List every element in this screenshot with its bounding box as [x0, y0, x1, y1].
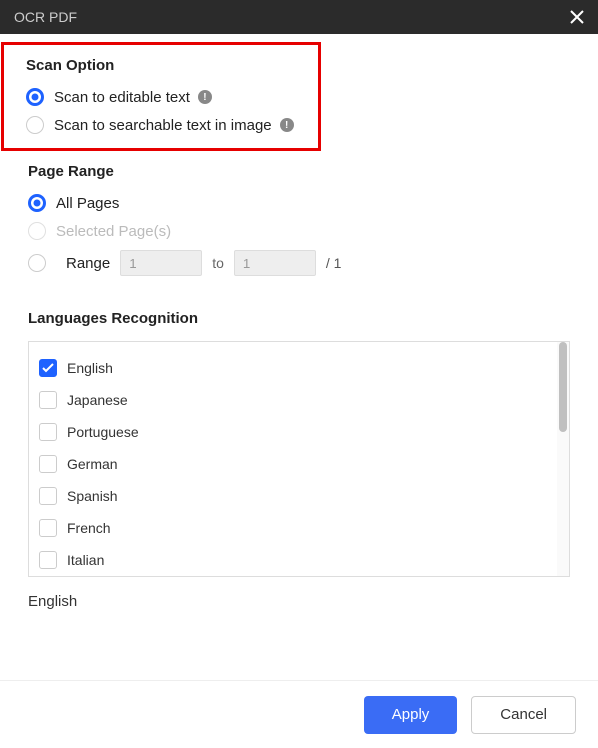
- info-icon[interactable]: !: [198, 90, 212, 104]
- language-label: Portuguese: [67, 424, 139, 440]
- titlebar: OCR PDF: [0, 0, 598, 34]
- page-range-all[interactable]: All Pages: [28, 194, 570, 212]
- range-to-input[interactable]: [234, 250, 316, 276]
- languages-listbox: English Japanese Portuguese German Spanish Fr…: [28, 341, 570, 577]
- checkbox-unchecked-icon: [39, 519, 57, 537]
- language-item[interactable]: Italian: [39, 544, 559, 576]
- checkbox-unchecked-icon: [39, 551, 57, 569]
- scan-option-highlight: Scan Option Scan to editable text ! Scan…: [1, 42, 321, 151]
- scan-editable-label: Scan to editable text: [54, 89, 190, 106]
- info-icon[interactable]: !: [280, 118, 294, 132]
- selected-languages-summary: English: [28, 593, 570, 610]
- page-range-range-row: Range to / 1: [28, 250, 570, 276]
- scan-option-title: Scan Option: [26, 57, 296, 74]
- language-label: Spanish: [67, 488, 118, 504]
- range-to-label: to: [212, 255, 224, 271]
- cancel-button[interactable]: Cancel: [471, 696, 576, 734]
- language-item[interactable]: German: [39, 448, 559, 480]
- window-title: OCR PDF: [14, 9, 77, 25]
- checkbox-unchecked-icon: [39, 423, 57, 441]
- scrollbar-track[interactable]: [557, 342, 569, 576]
- language-label: English: [67, 360, 113, 376]
- page-range-title: Page Range: [28, 163, 570, 180]
- checkbox-unchecked-icon: [39, 487, 57, 505]
- range-total: / 1: [326, 255, 342, 271]
- all-pages-label: All Pages: [56, 195, 119, 212]
- languages-title: Languages Recognition: [28, 310, 570, 327]
- radio-checked-icon: [26, 88, 44, 106]
- language-item[interactable]: Japanese: [39, 384, 559, 416]
- radio-unchecked-icon[interactable]: [28, 254, 46, 272]
- apply-button[interactable]: Apply: [364, 696, 458, 734]
- language-item[interactable]: English: [39, 352, 559, 384]
- scan-searchable-label: Scan to searchable text in image: [54, 117, 272, 134]
- scrollbar-thumb[interactable]: [559, 342, 567, 432]
- page-range-selected: Selected Page(s): [28, 222, 570, 240]
- radio-unchecked-icon: [26, 116, 44, 134]
- checkbox-checked-icon: [39, 359, 57, 377]
- selected-pages-label: Selected Page(s): [56, 223, 171, 240]
- range-label: Range: [66, 255, 110, 272]
- range-from-input[interactable]: [120, 250, 202, 276]
- language-label: Japanese: [67, 392, 128, 408]
- radio-checked-icon: [28, 194, 46, 212]
- content-area: Scan Option Scan to editable text ! Scan…: [0, 34, 598, 680]
- checkbox-unchecked-icon: [39, 455, 57, 473]
- checkbox-unchecked-icon: [39, 391, 57, 409]
- language-label: Italian: [67, 552, 104, 568]
- radio-disabled-icon: [28, 222, 46, 240]
- language-item[interactable]: French: [39, 512, 559, 544]
- footer: Apply Cancel: [0, 680, 598, 748]
- language-item[interactable]: Spanish: [39, 480, 559, 512]
- scan-editable-option[interactable]: Scan to editable text !: [26, 88, 296, 106]
- language-item[interactable]: Portuguese: [39, 416, 559, 448]
- close-icon[interactable]: [570, 10, 584, 24]
- languages-list[interactable]: English Japanese Portuguese German Spanish Fr…: [29, 342, 569, 576]
- language-label: French: [67, 520, 111, 536]
- language-label: German: [67, 456, 118, 472]
- scan-searchable-option[interactable]: Scan to searchable text in image !: [26, 116, 296, 134]
